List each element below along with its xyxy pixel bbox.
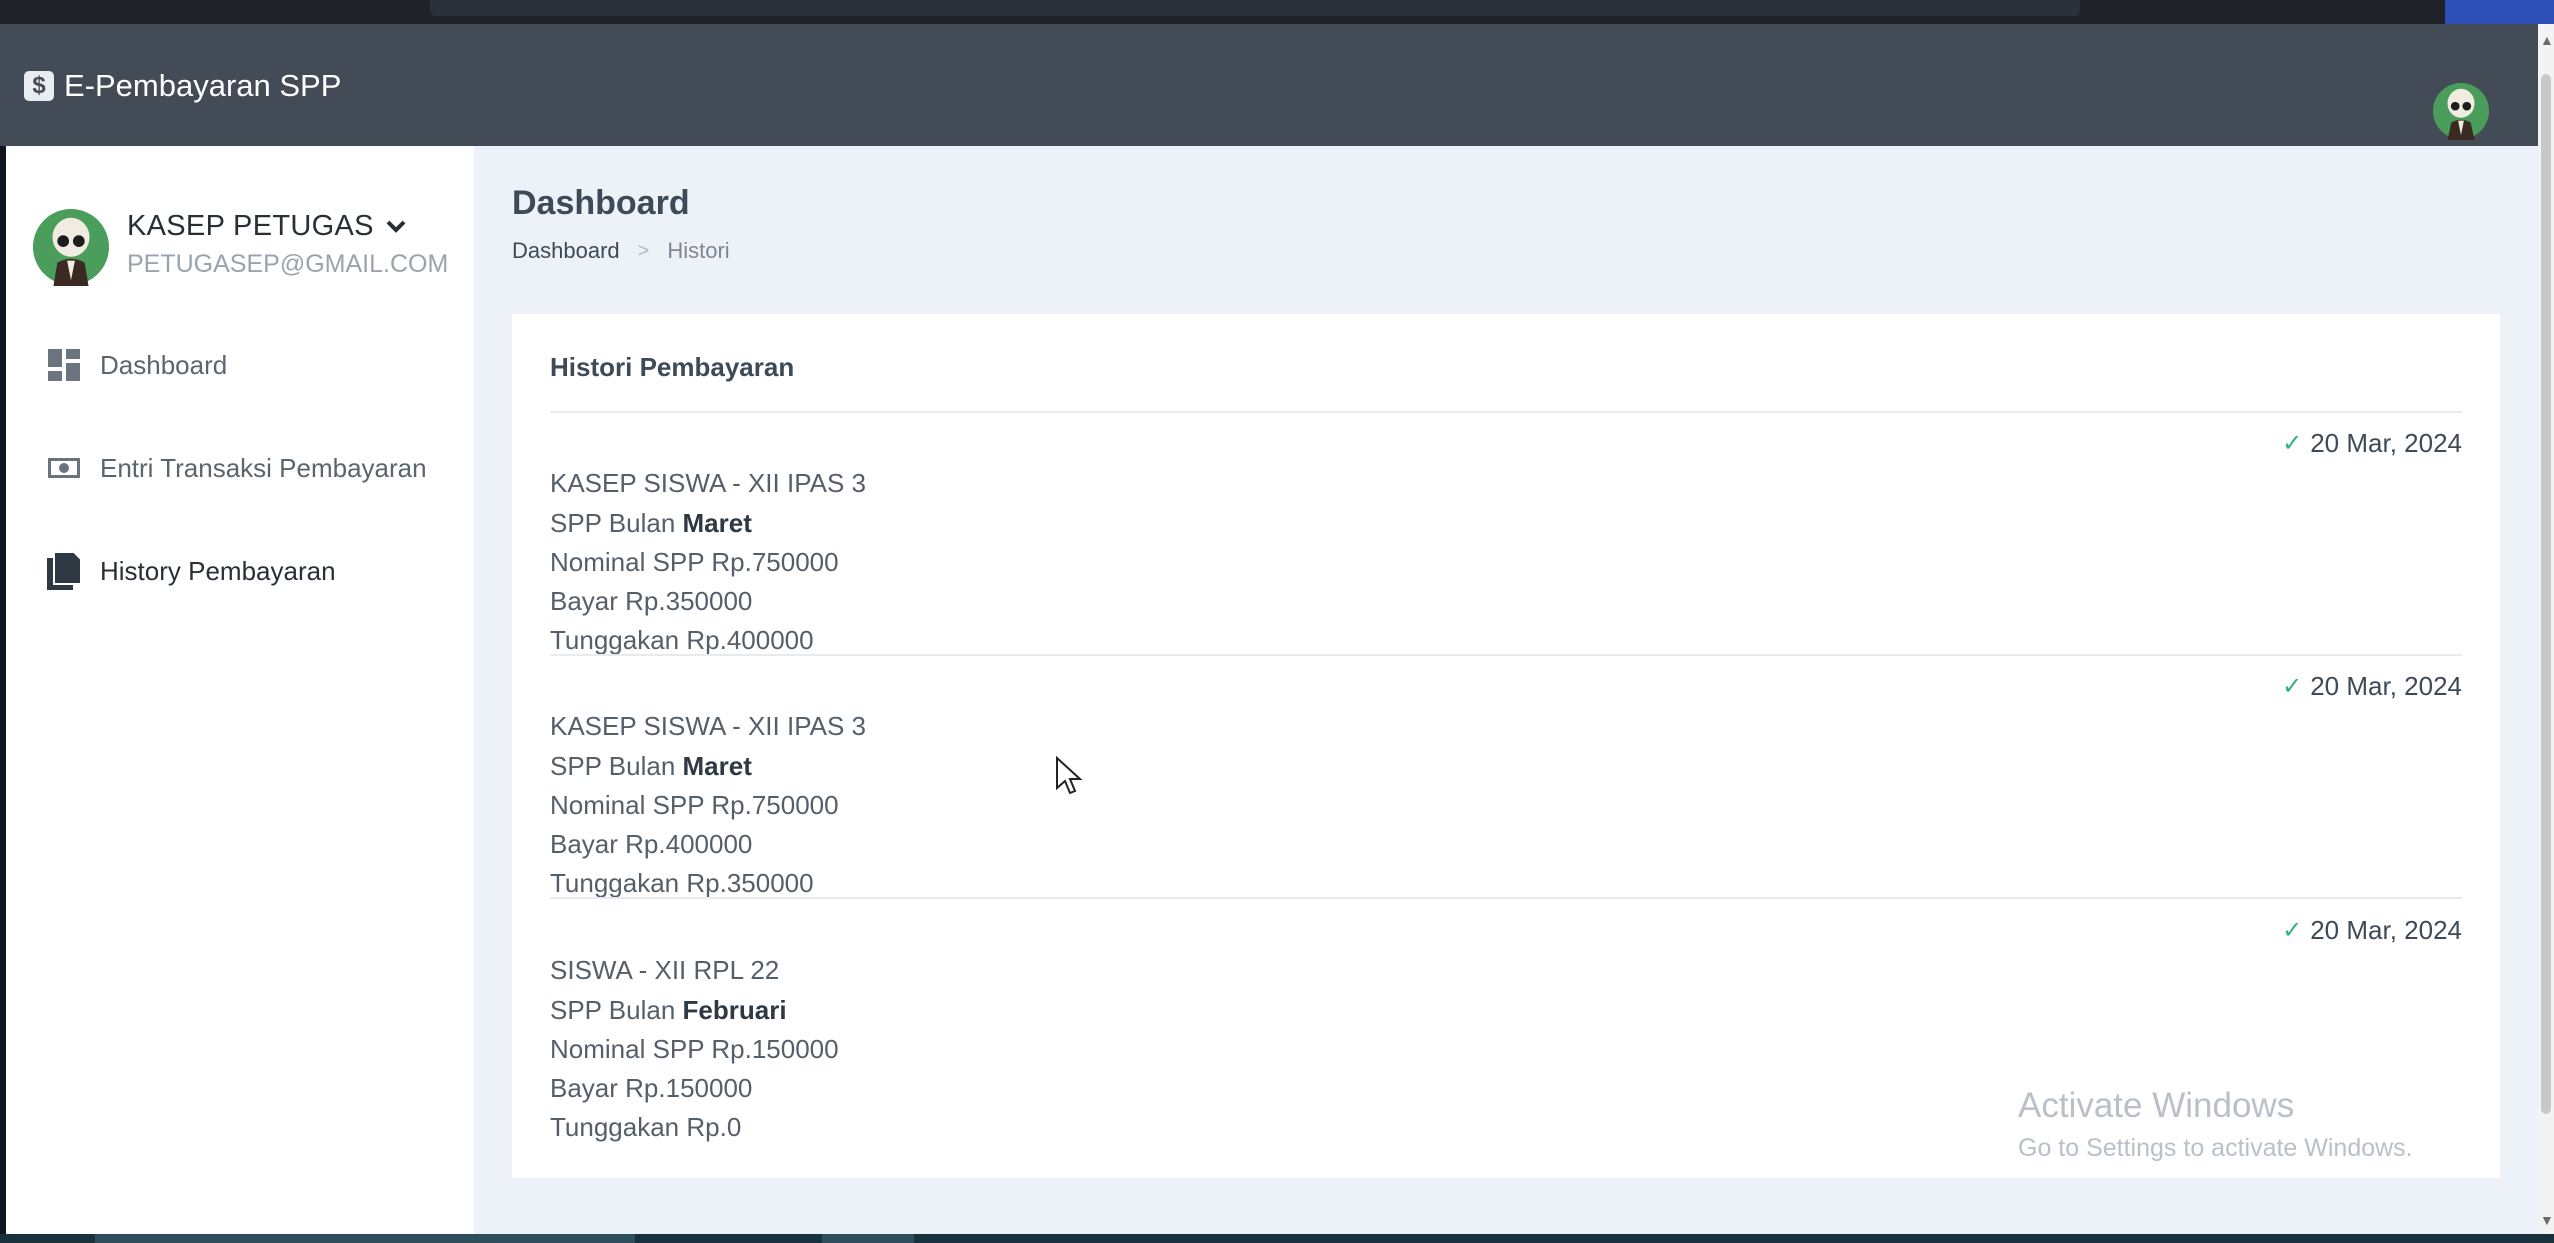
amount-arrears: Tunggakan Rp.350000 — [550, 868, 814, 898]
month-value: Maret — [682, 508, 752, 538]
browser-address-bar[interactable] — [430, 0, 2080, 16]
list-item: ✓ 20 Mar, 2024 KASEP SISWA - XII IPAS 3 … — [550, 428, 2462, 672]
student-name: KASEP SISWA - XII IPAS 3 — [550, 468, 866, 498]
user-name: KASEP PETUGAS — [127, 210, 374, 242]
sidebar: KASEP PETUGAS PETUGASEP@GMAIL.COM Dashbo… — [6, 146, 474, 1234]
card-title: Histori Pembayaran — [550, 352, 795, 382]
watermark-subtitle: Go to Settings to activate Windows. — [2018, 1134, 2413, 1162]
check-icon: ✓ — [2282, 673, 2303, 700]
user-name-dropdown[interactable]: KASEP PETUGAS — [127, 210, 406, 243]
list-item: ✓ 20 Mar, 2024 KASEP SISWA - XII IPAS 3 … — [550, 671, 2462, 915]
money-icon — [46, 450, 82, 486]
check-icon: ✓ — [2282, 430, 2303, 457]
payment-date: ✓ 20 Mar, 2024 — [2282, 428, 2462, 459]
spp-month: SPP Bulan Maret — [550, 508, 752, 539]
month-prefix: SPP Bulan — [550, 508, 676, 538]
history-card: Histori Pembayaran ✓ 20 Mar, 2024 KASEP … — [512, 314, 2500, 1178]
dollar-icon: $ — [24, 71, 54, 101]
sidebar-item-entri-transaksi[interactable]: Entri Transaksi Pembayaran — [46, 443, 427, 493]
sidebar-item-dashboard[interactable]: Dashboard — [46, 340, 227, 390]
avatar[interactable] — [32, 208, 110, 286]
payment-date: ✓ 20 Mar, 2024 — [2282, 671, 2462, 702]
scroll-down-icon[interactable]: ▼ — [2540, 1212, 2554, 1228]
breadcrumb-home-link[interactable]: Dashboard — [512, 238, 620, 264]
nominal-spp: Nominal SPP Rp.150000 — [550, 1034, 839, 1064]
breadcrumb-separator-icon: > — [637, 239, 650, 262]
month-value: Maret — [682, 751, 752, 781]
user-email: PETUGASEP@GMAIL.COM — [127, 250, 449, 278]
activate-windows-watermark: Activate Windows Go to Settings to activ… — [2018, 1086, 2413, 1163]
amount-arrears: Tunggakan Rp.0 — [550, 1112, 742, 1142]
chevron-down-icon — [386, 220, 406, 233]
month-value: Februari — [682, 995, 787, 1025]
spp-month: SPP Bulan Maret — [550, 751, 752, 782]
breadcrumb: Dashboard > Histori — [512, 238, 730, 264]
watermark-title: Activate Windows — [2018, 1086, 2295, 1125]
top-navbar: $ E-Pembayaran SPP — [0, 24, 2538, 146]
sidebar-item-label: History Pembayaran — [100, 555, 336, 586]
sidebar-item-label: Dashboard — [100, 349, 228, 380]
month-prefix: SPP Bulan — [550, 751, 676, 781]
amount-paid: Bayar Rp.400000 — [550, 829, 753, 859]
divider — [550, 897, 2462, 899]
amount-paid: Bayar Rp.350000 — [550, 586, 753, 616]
taskbar-app[interactable] — [822, 1234, 914, 1243]
check-icon: ✓ — [2282, 917, 2303, 944]
page-title: Dashboard — [512, 184, 690, 222]
payment-date: ✓ 20 Mar, 2024 — [2282, 915, 2462, 946]
amount-paid: Bayar Rp.150000 — [550, 1073, 753, 1103]
divider — [550, 654, 2462, 656]
date-text: 20 Mar, 2024 — [2310, 428, 2462, 458]
student-name: KASEP SISWA - XII IPAS 3 — [550, 711, 866, 741]
browser-top-bar — [0, 0, 2554, 30]
taskbar — [0, 1234, 2554, 1243]
date-text: 20 Mar, 2024 — [2310, 671, 2462, 701]
mouse-cursor-icon — [1056, 756, 1083, 795]
dashboard-icon — [46, 347, 82, 383]
scroll-up-icon[interactable]: ▲ — [2540, 32, 2554, 48]
page-scrollbar[interactable]: ▲ ▼ — [2538, 24, 2554, 1234]
nominal-spp: Nominal SPP Rp.750000 — [550, 790, 839, 820]
file-icon — [46, 551, 82, 590]
amount-arrears: Tunggakan Rp.400000 — [550, 625, 814, 655]
divider — [550, 411, 2462, 413]
date-text: 20 Mar, 2024 — [2310, 915, 2462, 945]
spp-month: SPP Bulan Februari — [550, 995, 787, 1026]
student-name: SISWA - XII RPL 22 — [550, 955, 780, 985]
brand-title: E-Pembayaran SPP — [64, 68, 342, 103]
scrollbar-thumb[interactable] — [2541, 74, 2551, 1114]
brand[interactable]: $ E-Pembayaran SPP — [24, 68, 341, 104]
avatar[interactable] — [2432, 82, 2490, 140]
breadcrumb-current: Histori — [667, 238, 730, 263]
taskbar-app[interactable] — [95, 1234, 635, 1243]
sidebar-item-history-pembayaran[interactable]: History Pembayaran — [46, 546, 336, 596]
main-content: Dashboard Dashboard > Histori Histori Pe… — [474, 146, 2538, 1234]
nominal-spp: Nominal SPP Rp.750000 — [550, 547, 839, 577]
sidebar-item-label: Entri Transaksi Pembayaran — [100, 452, 427, 483]
month-prefix: SPP Bulan — [550, 995, 676, 1025]
